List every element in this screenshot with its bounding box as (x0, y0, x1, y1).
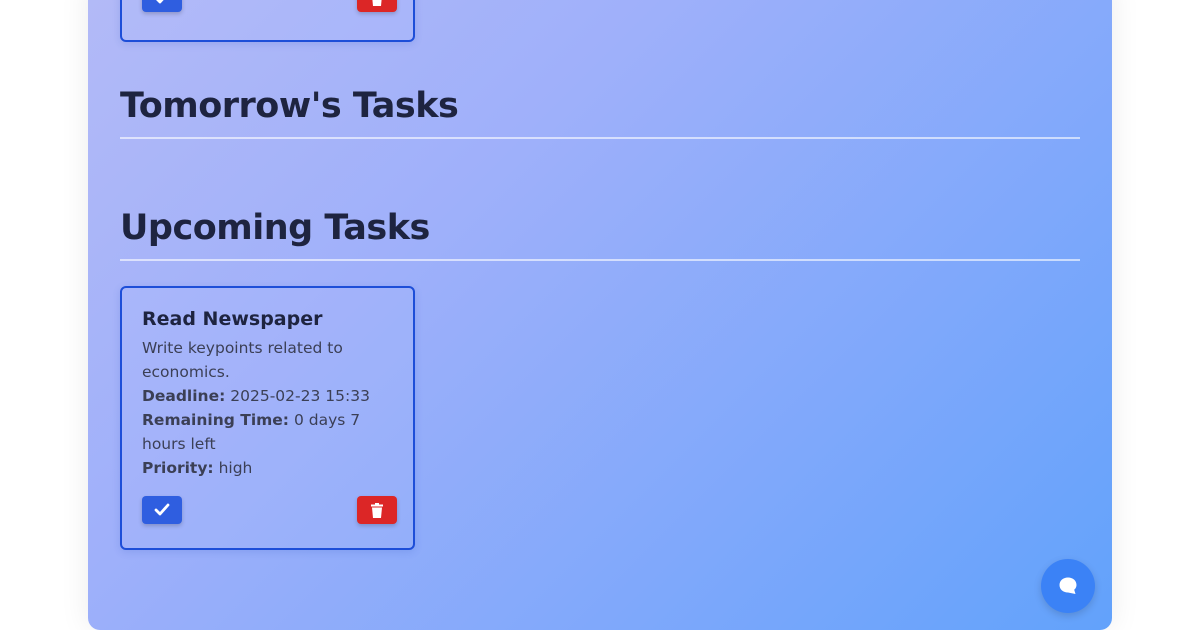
check-icon (156, 0, 164, 4)
tomorrow-tasks-heading: Tomorrow's Tasks (120, 86, 459, 126)
trash-icon (371, 502, 383, 518)
chat-icon (1059, 577, 1077, 594)
delete-task-button[interactable] (357, 496, 397, 524)
task-description: Write keypoints related to economics. (142, 339, 343, 381)
delete-task-button[interactable] (357, 0, 397, 12)
task-deadline: Deadline: 2025-02-23 15:33 (142, 384, 393, 408)
tomorrow-divider (120, 137, 1080, 139)
mark-done-button[interactable] (142, 0, 182, 12)
task-panel: Tomorrow's Tasks Upcoming Tasks Read New… (88, 0, 1112, 630)
chat-button[interactable] (1041, 559, 1095, 613)
upcoming-tasks-heading: Upcoming Tasks (120, 208, 430, 248)
task-card: Read Newspaper Write keypoints related t… (120, 286, 415, 550)
priority-label: Priority: (142, 459, 214, 477)
trash-icon (372, 0, 382, 6)
priority-value: high (218, 459, 253, 477)
mark-done-button[interactable] (142, 496, 182, 524)
deadline-value: 2025-02-23 15:33 (230, 387, 370, 405)
task-priority: Priority: high (142, 456, 393, 480)
task-card-partial (120, 0, 415, 42)
task-title: Read Newspaper (142, 308, 323, 330)
upcoming-divider (120, 259, 1080, 261)
deadline-label: Deadline: (142, 387, 226, 405)
check-icon (154, 503, 170, 516)
task-remaining-time: Remaining Time: 0 days 7 hours left (142, 408, 393, 456)
remaining-label: Remaining Time: (142, 411, 289, 429)
